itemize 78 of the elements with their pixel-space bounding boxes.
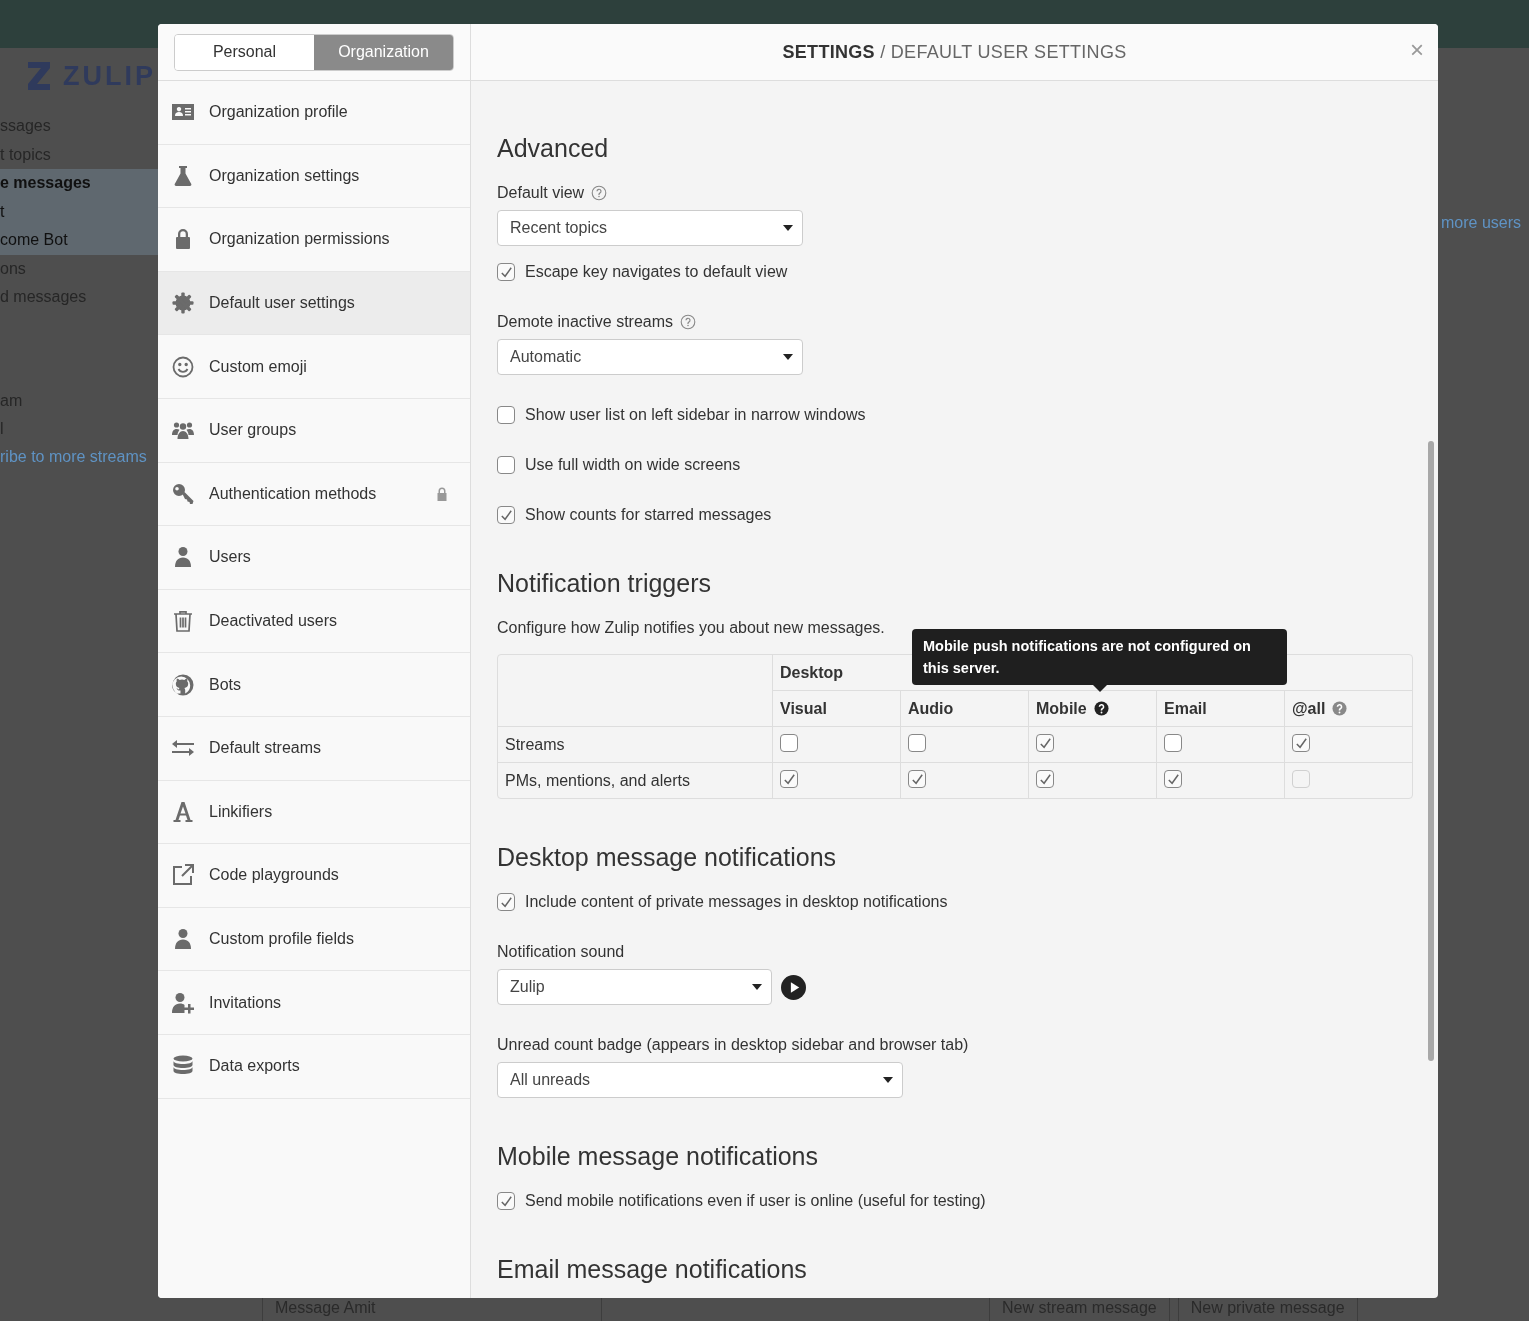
dropdown[interactable]: Automatic	[497, 339, 803, 375]
trash-icon	[171, 609, 195, 634]
caret-icon	[783, 225, 793, 231]
checkbox-label: Include content of private messages in desktop notifications	[525, 892, 948, 912]
section-heading: Mobile message notifications	[497, 1141, 819, 1172]
column-header: Email	[1164, 699, 1207, 717]
checkbox[interactable]	[908, 733, 926, 752]
dropdown[interactable]: Zulip	[497, 969, 772, 1005]
checkbox[interactable]	[497, 506, 515, 524]
nav-item[interactable]: Invitations	[158, 971, 470, 1035]
checkbox[interactable]	[1036, 734, 1054, 753]
checkbox[interactable]	[780, 770, 798, 789]
dropdown[interactable]: All unreads	[497, 1062, 903, 1098]
field-label: Unread count badge (appears in desktop sidebar and browser tab)	[497, 1035, 969, 1055]
scrollbar[interactable]	[1428, 441, 1434, 1061]
key-icon	[171, 481, 195, 506]
checkbox[interactable]	[497, 406, 515, 424]
nav-item[interactable]: Authentication methods	[158, 462, 470, 527]
tooltip-arrow-icon	[1092, 685, 1107, 692]
modal-title: SETTINGS / DEFAULT USER SETTINGS	[782, 41, 1127, 63]
section-heading: Advanced	[497, 133, 610, 164]
column-header: Visual	[780, 699, 827, 717]
caret-icon	[883, 1077, 893, 1083]
smiley-icon	[171, 354, 195, 379]
nav-item[interactable]: Organization profile	[158, 81, 470, 145]
checkbox-label: Show user list on left sidebar in narrow windows	[525, 405, 866, 425]
field-label: Default view	[497, 183, 585, 203]
cat-icon	[171, 672, 195, 697]
tooltip: Mobile push notifications are not configured on this server.	[912, 629, 1287, 692]
column-header: @all	[1292, 699, 1326, 717]
nav-item[interactable]: Organization permissions	[158, 208, 470, 272]
checkbox[interactable]	[497, 263, 515, 281]
row-label: PMs, mentions, and alerts	[505, 771, 690, 789]
settings-icon	[171, 291, 195, 316]
nav-item[interactable]: Default user settings	[158, 271, 470, 336]
checkbox[interactable]	[1292, 734, 1310, 753]
section-heading: Email message notifications	[497, 1254, 808, 1285]
section-description: Configure how Zulip notifies you about new messages.	[497, 618, 886, 638]
nav-item[interactable]: User groups	[158, 398, 470, 463]
logo-icon	[25, 61, 53, 91]
add-user-icon	[171, 990, 195, 1015]
checkbox-label: Send mobile notifications even if user is online (useful for testing)	[525, 1191, 986, 1211]
nav-item[interactable]: Bots	[158, 653, 470, 717]
column-header: Audio	[908, 699, 954, 717]
checkbox[interactable]	[1164, 733, 1182, 752]
nav-item[interactable]: Custom profile fields	[158, 907, 470, 972]
caret-icon	[783, 354, 793, 360]
column-header: Mobile	[1036, 699, 1087, 717]
nav-item[interactable]: Deactivated users	[158, 589, 470, 654]
column-group-header: Desktop	[780, 663, 844, 681]
checkbox[interactable]	[497, 893, 515, 911]
caret-icon	[752, 984, 762, 990]
nav-item[interactable]: Users	[158, 526, 470, 590]
nav-item[interactable]: Linkifiers	[158, 780, 470, 845]
checkbox[interactable]	[908, 770, 926, 789]
settings-tab[interactable]: Personal	[175, 34, 314, 70]
row-label: Streams	[505, 735, 565, 753]
checkbox[interactable]	[1164, 770, 1182, 789]
nav-item[interactable]: Data exports	[158, 1034, 470, 1099]
nav-item[interactable]: Code playgrounds	[158, 844, 470, 908]
checkbox-label: Show counts for starred messages	[525, 505, 772, 525]
dropdown[interactable]: Recent topics	[497, 210, 803, 246]
nav-item[interactable]: Default streams	[158, 716, 470, 781]
checkbox-label: Escape key navigates to default view	[525, 262, 788, 282]
nav-item[interactable]: Organization settings	[158, 144, 470, 209]
section-heading: Desktop message notifications	[497, 842, 838, 873]
letter-icon	[171, 799, 195, 824]
external-link-icon	[171, 863, 195, 888]
checkbox[interactable]	[497, 1192, 515, 1210]
section-heading: Notification triggers	[497, 568, 712, 599]
field-label: Notification sound	[497, 942, 625, 962]
field-label: Demote inactive streams	[497, 312, 674, 332]
checkbox[interactable]	[780, 733, 798, 752]
checkbox[interactable]	[1036, 770, 1054, 789]
checkbox[interactable]	[497, 456, 515, 474]
play-button[interactable]	[781, 974, 806, 1000]
nav-item[interactable]: Custom emoji	[158, 335, 470, 399]
checkbox-label: Use full width on wide screens	[525, 455, 741, 475]
